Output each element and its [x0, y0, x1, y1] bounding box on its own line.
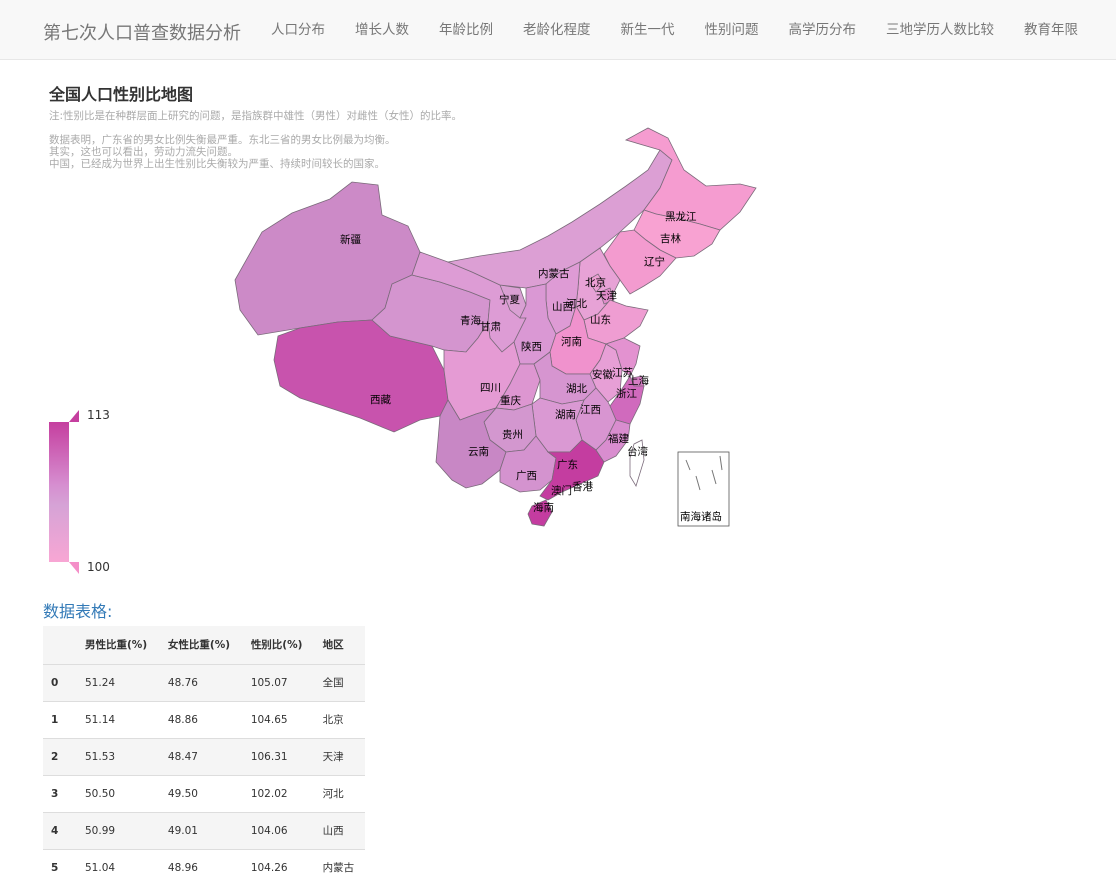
province-label: 天津: [596, 290, 617, 302]
chart-subtitle: 注:性别比是在种群层面上研究的问题，是指族群中雄性（男性）对雌性（女性）的比率。…: [49, 110, 462, 170]
province-label: 北京: [585, 276, 606, 289]
subtitle-line: 其实，这也可以看出，劳动力流失问题。: [49, 146, 238, 158]
province-label: 上海: [628, 374, 649, 387]
col-header-region: 地区: [314, 626, 365, 665]
col-header-index: [43, 626, 77, 665]
col-header-sex-ratio: 性别比(%): [242, 626, 315, 665]
table-cell: 51.04: [77, 848, 160, 878]
visualmap-min-label: 100: [87, 560, 110, 574]
table-row: 2 51.53 48.47 106.31 天津: [43, 737, 365, 775]
table-cell: 51.14: [77, 700, 160, 738]
province-label: 福建: [608, 432, 629, 445]
province-label: 山西: [552, 301, 573, 313]
visualmap-min-handle[interactable]: [69, 562, 79, 574]
province-label: 宁夏: [499, 293, 520, 306]
province-label: 河南: [561, 335, 582, 348]
table-cell: 内蒙古: [314, 848, 365, 878]
table-row: 1 51.14 48.86 104.65 北京: [43, 700, 365, 738]
table-cell: 106.31: [242, 737, 315, 775]
province-label: 浙江: [616, 388, 637, 400]
province-label: 江西: [580, 404, 601, 416]
subtitle-spacer: [49, 122, 462, 134]
col-header-male: 男性比重(%): [77, 626, 160, 665]
province-label: 甘肃: [480, 320, 501, 333]
province-label: 广西: [516, 470, 537, 482]
province-label: 青海: [460, 314, 481, 327]
visualmap-max-label: 113: [87, 408, 110, 422]
province-label: 新疆: [340, 233, 361, 246]
table-cell: 104.06: [242, 811, 315, 849]
visualmap-max-handle[interactable]: [69, 410, 79, 422]
subtitle-line: 数据表明，广东省的男女比例失衡最严重。东北三省的男女比例最为均衡。: [49, 134, 396, 146]
table-row: 3 50.50 49.50 102.02 河北: [43, 774, 365, 812]
province-label: 内蒙古: [538, 267, 570, 280]
table-cell: 48.47: [159, 737, 243, 775]
table-cell: 102.02: [242, 774, 315, 812]
data-table: 男性比重(%) 女性比重(%) 性别比(%) 地区 0 51.24 48.76 105…: [43, 626, 365, 878]
table-cell-index: 1: [43, 700, 77, 738]
col-header-female: 女性比重(%): [159, 626, 243, 665]
province-label: 重庆: [500, 394, 521, 407]
subtitle-line: 注:性别比是在种群层面上研究的问题，是指族群中雄性（男性）对雌性（女性）的比率。: [49, 110, 463, 122]
table-cell: 48.96: [159, 848, 243, 878]
province-label: 辽宁: [644, 255, 665, 268]
province-label: 湖南: [555, 408, 576, 421]
table-cell-index: 5: [43, 848, 77, 878]
table-cell: 51.24: [77, 663, 160, 701]
province-label: 贵州: [502, 428, 523, 441]
table-cell: 北京: [314, 700, 365, 738]
table-cell-index: 2: [43, 737, 77, 775]
province-label: 陕西: [521, 340, 542, 353]
province-label: 西藏: [370, 394, 391, 406]
visualmap-color-bar[interactable]: [49, 422, 69, 562]
table-cell: 50.50: [77, 774, 160, 812]
table-cell: 48.76: [159, 663, 243, 701]
table-cell: 山西: [314, 811, 365, 849]
province-label: 安徽: [592, 368, 613, 381]
province-label: 澳门: [551, 484, 572, 497]
province-label: 云南: [468, 445, 489, 458]
table-cell-index: 4: [43, 811, 77, 849]
table-cell: 全国: [314, 663, 365, 701]
table-title: 数据表格:: [43, 602, 113, 621]
province-label: 吉林: [660, 232, 681, 245]
table-cell-index: 0: [43, 663, 77, 701]
province-label: 湖北: [566, 383, 587, 395]
table-cell: 49.50: [159, 774, 243, 812]
province-label: 山东: [590, 313, 611, 326]
chart-title: 全国人口性别比地图: [49, 85, 194, 104]
subtitle-line: 中国，已经成为世界上出生性别比失衡较为严重、持续时间较长的国家。: [49, 158, 385, 170]
table-cell: 天津: [314, 737, 365, 775]
table-row: 4 50.99 49.01 104.06 山西: [43, 811, 365, 849]
province-label: 黑龙江: [665, 210, 697, 223]
table-row: 0 51.24 48.76 105.07 全国: [43, 663, 365, 701]
table-cell: 104.65: [242, 700, 315, 738]
table-cell: 105.07: [242, 663, 315, 701]
province-label: 广东: [557, 458, 578, 471]
table-row: 5 51.04 48.96 104.26 内蒙古: [43, 848, 365, 878]
table-header-row: 男性比重(%) 女性比重(%) 性别比(%) 地区: [43, 626, 365, 665]
table-cell: 104.26: [242, 848, 315, 878]
table-cell: 河北: [314, 774, 365, 812]
table-cell: 49.01: [159, 811, 243, 849]
table-cell-index: 3: [43, 774, 77, 812]
table-cell: 51.53: [77, 737, 160, 775]
province-label: 台湾: [627, 445, 648, 458]
province-label: 海南: [533, 501, 554, 514]
province-label: 四川: [480, 382, 501, 394]
inset-label: 南海诸岛: [680, 510, 722, 523]
province-label: 香港: [572, 481, 593, 493]
table-cell: 50.99: [77, 811, 160, 849]
table-cell: 48.86: [159, 700, 243, 738]
